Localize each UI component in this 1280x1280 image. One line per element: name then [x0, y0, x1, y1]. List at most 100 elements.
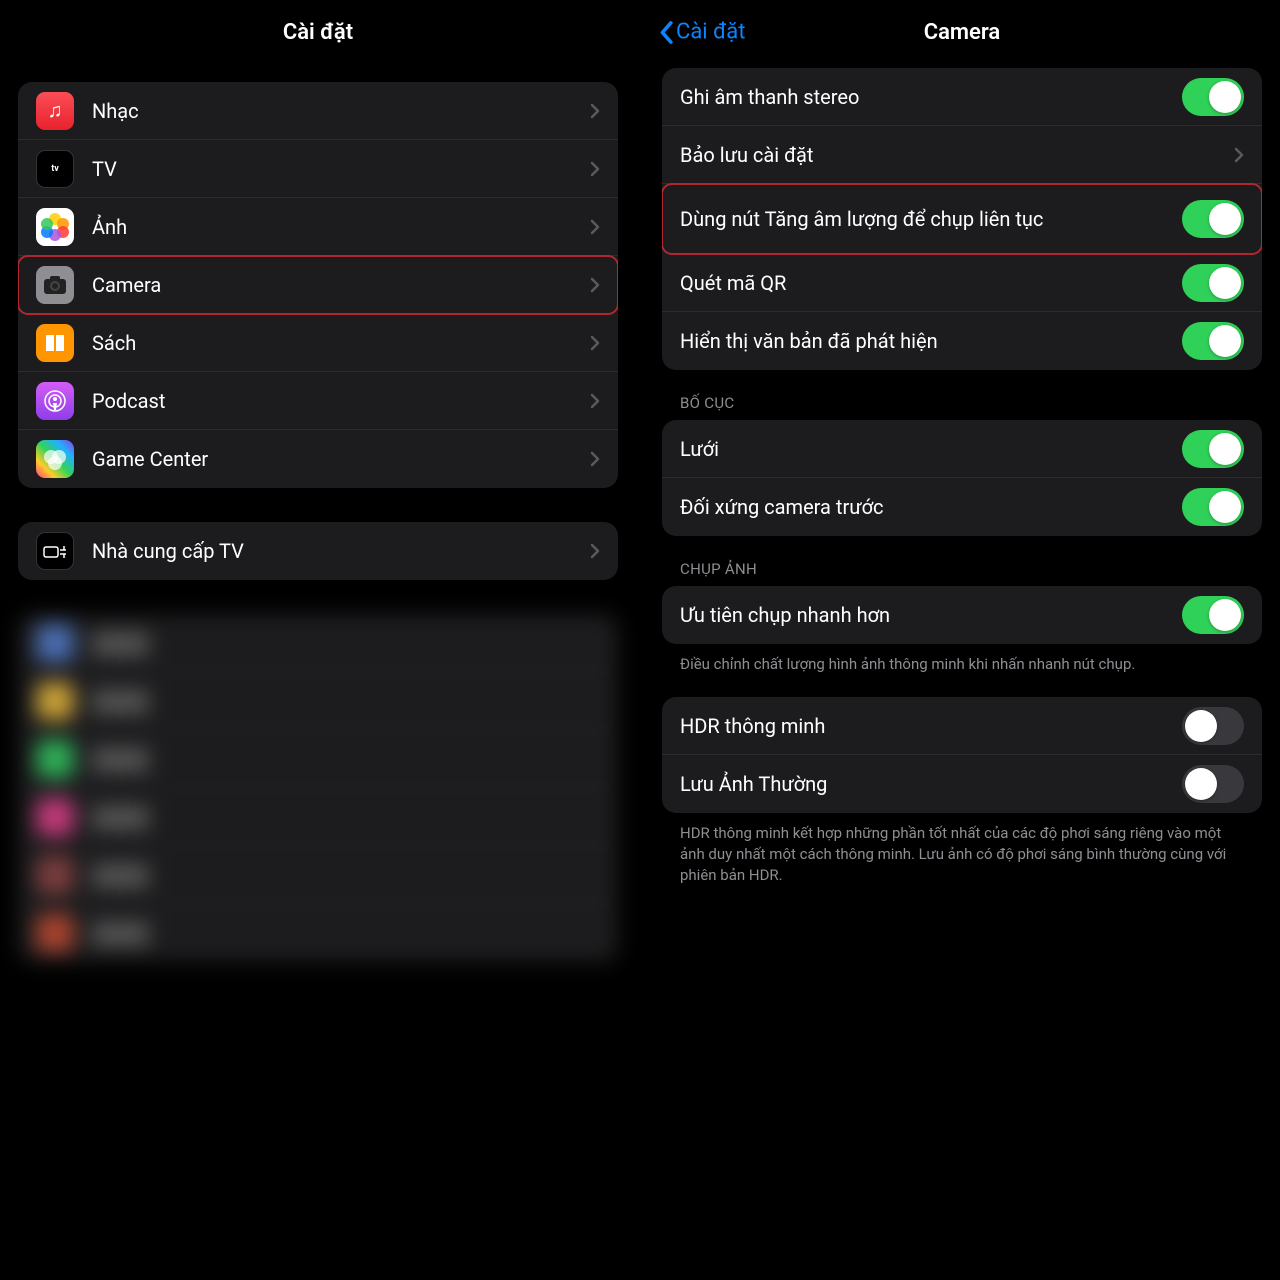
camera-row-qr[interactable]: Quét mã QR: [662, 254, 1262, 312]
blurred-icon: [36, 856, 74, 894]
group-header-layout: BỐ CỤC: [662, 370, 1262, 420]
header: Cài đặt: [0, 0, 636, 64]
tv-icon: tv: [36, 150, 74, 188]
blurred-label: ████: [92, 862, 600, 888]
podcast-icon: [36, 382, 74, 420]
page-title: Cài đặt: [283, 20, 353, 45]
settings-row-camera[interactable]: Camera: [18, 256, 618, 314]
row-label: Lưới: [680, 436, 1182, 462]
qr-toggle[interactable]: [1182, 264, 1244, 302]
settings-group-media: ♫ Nhạctv TV Ảnh Camera Sách Podcast Game Center: [18, 82, 618, 488]
blurred-row: ████: [18, 904, 618, 962]
camera-group-capture: Ưu tiên chụp nhanh hơn: [662, 586, 1262, 644]
blurred-label: ████: [92, 746, 600, 772]
chevron-right-icon: [590, 335, 600, 351]
blurred-row: ████: [18, 788, 618, 846]
camera-group-main: Ghi âm thanh stereo Bảo lưu cài đặt Dùng n…: [662, 68, 1262, 370]
chevron-right-icon: [590, 277, 600, 293]
row-label: Đối xứng camera trước: [680, 494, 1182, 520]
camera-icon: [36, 266, 74, 304]
row-label: Lưu Ảnh Thường: [680, 771, 1182, 797]
stereo-toggle[interactable]: [1182, 78, 1244, 116]
camera-row-grid[interactable]: Lưới: [662, 420, 1262, 478]
books-icon: [36, 324, 74, 362]
camera-group-layout: Lưới Đối xứng camera trước: [662, 420, 1262, 536]
row-label: Quét mã QR: [680, 270, 1182, 296]
camera-row-keepnormal[interactable]: Lưu Ảnh Thường: [662, 755, 1262, 813]
grid-toggle[interactable]: [1182, 430, 1244, 468]
row-label: Nhà cung cấp TV: [92, 538, 590, 564]
blurred-icon: [36, 914, 74, 952]
blurred-row: ████: [18, 614, 618, 672]
blurred-label: ████: [92, 688, 600, 714]
chevron-right-icon: [590, 393, 600, 409]
burst-toggle[interactable]: [1182, 200, 1244, 238]
chevron-right-icon: [590, 103, 600, 119]
faster-toggle[interactable]: [1182, 596, 1244, 634]
back-button[interactable]: Cài đặt: [658, 20, 745, 45]
group-header-capture: CHỤP ẢNH: [662, 536, 1262, 586]
chevron-left-icon: [658, 20, 674, 44]
tvprovider-icon: [36, 532, 74, 570]
page-title: Camera: [924, 20, 1001, 45]
header: Cài đặt Camera: [644, 0, 1280, 64]
row-label: Nhạc: [92, 98, 590, 124]
settings-row-tv[interactable]: tv TV: [18, 140, 618, 198]
photos-icon: [36, 208, 74, 246]
camera-row-preserve[interactable]: Bảo lưu cài đặt: [662, 126, 1262, 184]
camera-row-mirror[interactable]: Đối xứng camera trước: [662, 478, 1262, 536]
camera-content[interactable]: Ghi âm thanh stereo Bảo lưu cài đặt Dùng n…: [644, 64, 1280, 1280]
mirror-toggle[interactable]: [1182, 488, 1244, 526]
row-label: Camera: [92, 272, 590, 298]
blurred-row: ████: [18, 846, 618, 904]
text-toggle[interactable]: [1182, 322, 1244, 360]
camera-group-hdr: HDR thông minh Lưu Ảnh Thường: [662, 697, 1262, 813]
keepnormal-toggle[interactable]: [1182, 765, 1244, 803]
row-label: Bảo lưu cài đặt: [680, 142, 1234, 168]
back-label: Cài đặt: [676, 20, 745, 45]
settings-group-blurred: ████ ████ ████ ████ ████ ████: [18, 614, 618, 962]
blurred-label: ████: [92, 920, 600, 946]
row-label: Dùng nút Tăng âm lượng để chụp liên tục: [680, 206, 1182, 232]
gamecenter-icon: [36, 440, 74, 478]
music-icon: ♫: [36, 92, 74, 130]
settings-row-podcast[interactable]: Podcast: [18, 372, 618, 430]
settings-group-tvprovider: Nhà cung cấp TV: [18, 522, 618, 580]
row-label: Ghi âm thanh stereo: [680, 84, 1182, 110]
camera-settings-screen: Cài đặt Camera Ghi âm thanh stereo Bảo lư…: [644, 0, 1280, 1280]
chevron-right-icon: [590, 451, 600, 467]
group-footer-hdr: HDR thông minh kết hợp những phần tốt nh…: [662, 813, 1262, 890]
row-label: TV: [92, 156, 590, 182]
settings-screen: Cài đặt ♫ Nhạctv TV Ảnh Camera Sách Podcast Gam…: [0, 0, 638, 1280]
row-label: Hiển thị văn bản đã phát hiện: [680, 328, 1182, 354]
settings-row-books[interactable]: Sách: [18, 314, 618, 372]
row-label: Game Center: [92, 446, 590, 472]
blurred-icon: [36, 798, 74, 836]
settings-row-tvprovider[interactable]: Nhà cung cấp TV: [18, 522, 618, 580]
blurred-icon: [36, 624, 74, 662]
blurred-label: ████: [92, 630, 600, 656]
chevron-right-icon: [590, 543, 600, 559]
row-label: Sách: [92, 330, 590, 356]
blurred-icon: [36, 682, 74, 720]
camera-row-faster[interactable]: Ưu tiên chụp nhanh hơn: [662, 586, 1262, 644]
chevron-right-icon: [590, 161, 600, 177]
camera-row-hdr[interactable]: HDR thông minh: [662, 697, 1262, 755]
settings-row-photos[interactable]: Ảnh: [18, 198, 618, 256]
chevron-right-icon: [1234, 147, 1244, 163]
row-label: Podcast: [92, 388, 590, 414]
hdr-toggle[interactable]: [1182, 707, 1244, 745]
settings-content[interactable]: ♫ Nhạctv TV Ảnh Camera Sách Podcast Game Center…: [0, 64, 636, 1280]
blurred-row: ████: [18, 730, 618, 788]
camera-row-text[interactable]: Hiển thị văn bản đã phát hiện: [662, 312, 1262, 370]
settings-row-music[interactable]: ♫ Nhạc: [18, 82, 618, 140]
settings-row-gamecenter[interactable]: Game Center: [18, 430, 618, 488]
blurred-row: ████: [18, 672, 618, 730]
blurred-label: ████: [92, 804, 600, 830]
row-label: HDR thông minh: [680, 713, 1182, 739]
row-label: Ưu tiên chụp nhanh hơn: [680, 602, 1182, 628]
camera-row-stereo[interactable]: Ghi âm thanh stereo: [662, 68, 1262, 126]
camera-row-burst[interactable]: Dùng nút Tăng âm lượng để chụp liên tục: [662, 184, 1262, 254]
group-footer-capture: Điều chỉnh chất lượng hình ảnh thông min…: [662, 644, 1262, 679]
row-label: Ảnh: [92, 214, 590, 240]
